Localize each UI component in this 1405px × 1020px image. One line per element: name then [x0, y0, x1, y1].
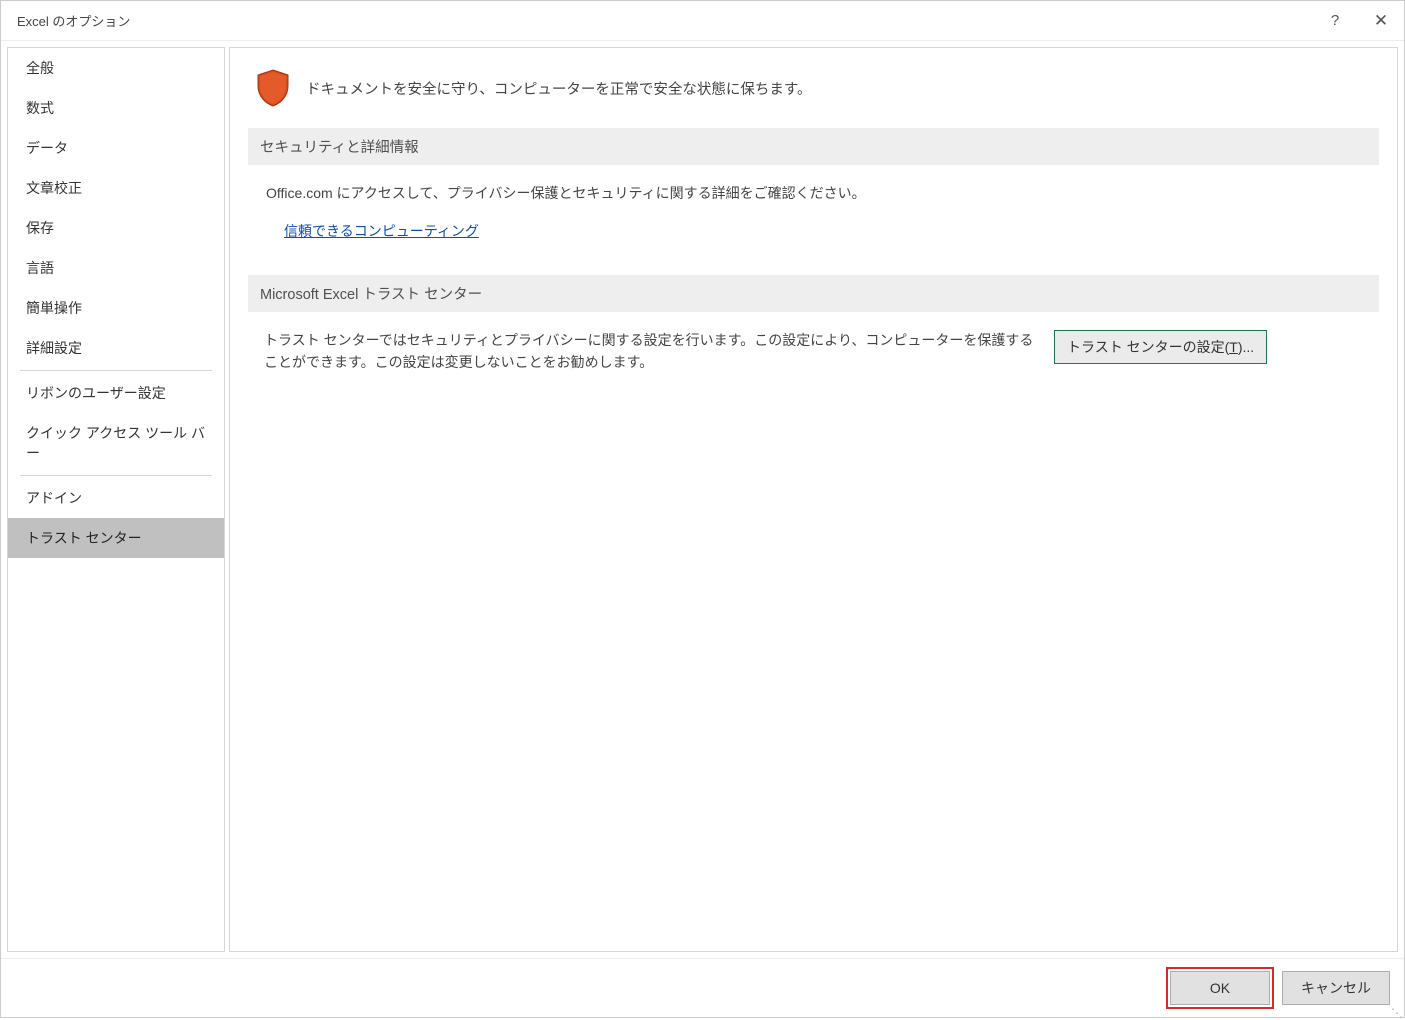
dialog-title: Excel のオプション [17, 11, 1312, 30]
section-header-security: セキュリティと詳細情報 [248, 128, 1379, 165]
cancel-button[interactable]: キャンセル [1282, 971, 1390, 1005]
sidebar-item-label: トラスト センター [26, 530, 142, 546]
sidebar-separator [20, 370, 212, 371]
sidebar-item-label: データ [26, 140, 68, 156]
sidebar-item-advanced[interactable]: 詳細設定 [8, 328, 224, 368]
sidebar-item-label: 詳細設定 [26, 340, 82, 356]
sidebar-item-addins[interactable]: アドイン [8, 478, 224, 518]
trustworthy-computing-link[interactable]: 信頼できるコンピューティング [284, 221, 479, 241]
trust-center-row: トラスト センターではセキュリティとプライバシーに関する設定を行います。この設定… [264, 330, 1379, 373]
sidebar-item-ease-of-access[interactable]: 簡単操作 [8, 288, 224, 328]
dialog-body: 全般 数式 データ 文章校正 保存 言語 簡単操作 詳細設定 リボンのユーザー設… [1, 41, 1404, 958]
dialog-footer: OK キャンセル [1, 958, 1404, 1017]
ok-button[interactable]: OK [1170, 971, 1270, 1005]
sidebar-item-customize-ribbon[interactable]: リボンのユーザー設定 [8, 373, 224, 413]
sidebar-item-label: 全般 [26, 60, 54, 76]
help-button[interactable]: ? [1312, 1, 1358, 41]
security-description: Office.com にアクセスして、プライバシー保護とセキュリティに関する詳細… [266, 183, 1379, 203]
sidebar-item-save[interactable]: 保存 [8, 208, 224, 248]
content-panel: ドキュメントを安全に守り、コンピューターを正常で安全な状態に保ちます。 セキュリ… [229, 47, 1398, 952]
intro-row: ドキュメントを安全に守り、コンピューターを正常で安全な状態に保ちます。 [254, 68, 1379, 108]
section-header-trust-center: Microsoft Excel トラスト センター [248, 275, 1379, 312]
sidebar-item-label: クイック アクセス ツール バー [26, 425, 205, 461]
shield-icon [254, 68, 292, 108]
sidebar-item-label: 数式 [26, 100, 54, 116]
sidebar-item-trust-center[interactable]: トラスト センター [8, 518, 224, 558]
sidebar-item-label: リボンのユーザー設定 [26, 385, 166, 401]
sidebar-item-data[interactable]: データ [8, 128, 224, 168]
resize-grip[interactable]: ⋱ [1391, 1010, 1403, 1016]
trust-center-description: トラスト センターではセキュリティとプライバシーに関する設定を行います。この設定… [264, 330, 1034, 373]
titlebar: Excel のオプション ? ✕ [1, 1, 1404, 41]
close-button[interactable]: ✕ [1358, 1, 1404, 41]
sidebar-item-label: 簡単操作 [26, 300, 82, 316]
sidebar-item-quick-access-toolbar[interactable]: クイック アクセス ツール バー [8, 413, 224, 473]
sidebar-item-label: アドイン [26, 490, 82, 506]
sidebar-item-label: 文章校正 [26, 180, 82, 196]
trust-center-settings-button[interactable]: トラスト センターの設定(T)... [1054, 330, 1267, 364]
excel-options-dialog: Excel のオプション ? ✕ 全般 数式 データ 文章校正 保存 言語 簡単… [0, 0, 1405, 1018]
intro-text: ドキュメントを安全に守り、コンピューターを正常で安全な状態に保ちます。 [306, 78, 811, 99]
sidebar-item-proofing[interactable]: 文章校正 [8, 168, 224, 208]
sidebar-item-language[interactable]: 言語 [8, 248, 224, 288]
sidebar-item-formulas[interactable]: 数式 [8, 88, 224, 128]
sidebar-separator [20, 475, 212, 476]
sidebar-item-label: 言語 [26, 260, 54, 276]
sidebar-item-general[interactable]: 全般 [8, 48, 224, 88]
sidebar-item-label: 保存 [26, 220, 54, 236]
titlebar-buttons: ? ✕ [1312, 1, 1404, 41]
sidebar: 全般 数式 データ 文章校正 保存 言語 簡単操作 詳細設定 リボンのユーザー設… [7, 47, 225, 952]
